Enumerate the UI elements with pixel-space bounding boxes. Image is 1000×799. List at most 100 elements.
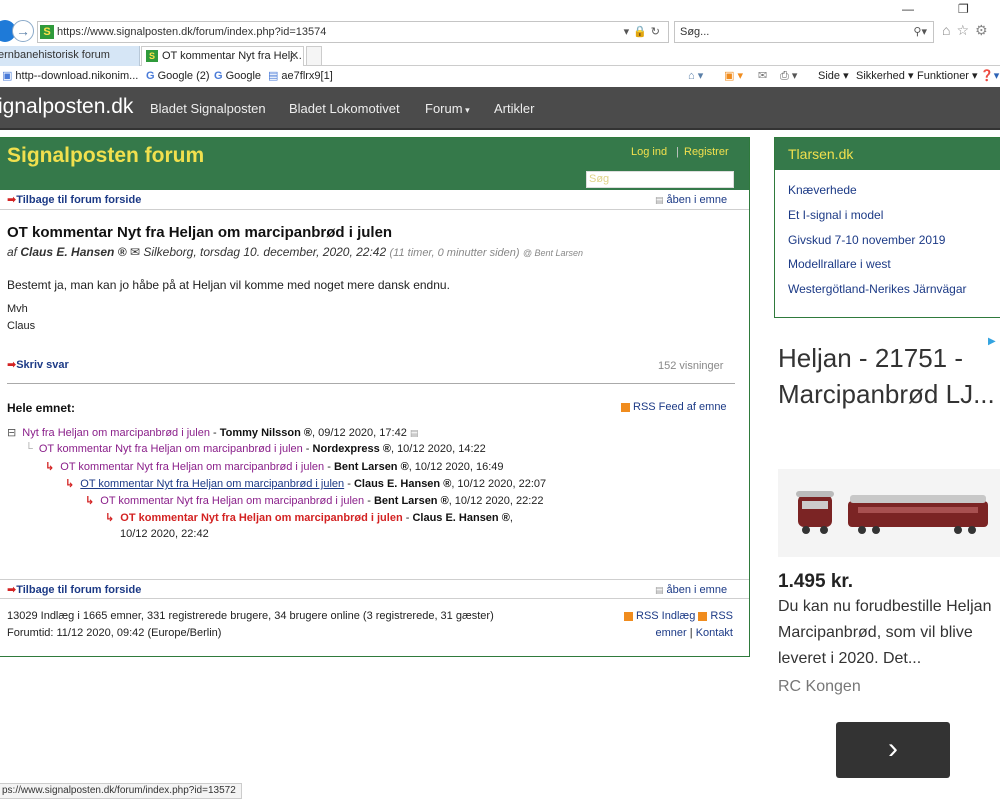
reply-link[interactable]: ➡Skriv svar: [7, 358, 69, 371]
restore-icon[interactable]: ❐: [958, 2, 969, 16]
tab-bar: ernbanehistorisk forum S OT kommentar Nyt…: [0, 46, 1000, 66]
ad-description: Du kan nu forudbestille Heljan Marcipanb…: [778, 598, 992, 667]
rss-menu-icon[interactable]: ▣ ▾: [724, 66, 743, 86]
thread-link[interactable]: OT kommentar Nyt fra Heljan om marcipanb…: [100, 495, 364, 507]
thread-item-date: 10/12 2020, 22:42: [120, 528, 209, 540]
tab-forum-home[interactable]: ernbanehistorisk forum: [0, 46, 140, 66]
back-to-forum-link[interactable]: ➡Tilbage til forum forside: [7, 190, 141, 210]
thread-item: └ OT kommentar Nyt fra Heljan om marcipa…: [25, 443, 486, 455]
post-body: Bestemt ja, man kan jo håbe på at Heljan…: [7, 278, 450, 292]
search-icon[interactable]: ⚲▾: [913, 22, 927, 42]
nav-bladet-lokomotivet[interactable]: Bladet Lokomotivet: [289, 101, 400, 116]
home-menu-icon[interactable]: ⌂ ▾: [688, 66, 703, 86]
forum-search-input[interactable]: Søg: [586, 171, 734, 188]
nav-artikler[interactable]: Artikler: [494, 101, 534, 116]
print-icon[interactable]: ⎙ ▾: [780, 66, 797, 86]
sidebar-link[interactable]: Givskud 7-10 november 2019: [788, 233, 945, 247]
address-bar-row: → S https://www.signalposten.dk/forum/in…: [0, 18, 1000, 46]
browser-toolbar-icons: ⌂☆⚙: [942, 22, 994, 39]
nav-bladet-signalposten[interactable]: Bladet Signalposten: [150, 101, 266, 116]
thread-author[interactable]: Bent Larsen ®: [334, 461, 409, 473]
minimize-icon[interactable]: —: [902, 2, 914, 16]
back-to-forum-link[interactable]: ➡Tilbage til forum forside: [7, 580, 141, 600]
site-brand[interactable]: ignalposten.dk: [0, 95, 133, 119]
thread-author[interactable]: Bent Larsen ®: [374, 495, 449, 507]
new-tab-button[interactable]: [306, 46, 322, 66]
tree-elbow-icon: └: [25, 443, 33, 455]
tab-label: ernbanehistorisk forum: [0, 49, 110, 61]
favorite-item[interactable]: ▣ http--download.nikonim...: [2, 66, 138, 86]
browser-search-placeholder: Søg...: [680, 26, 710, 38]
train-illustration: [796, 491, 988, 534]
thread-author[interactable]: Tommy Nilsson ®: [220, 427, 312, 439]
arrow-right-icon: ➡: [7, 584, 17, 596]
open-in-topic-link[interactable]: ▤ åben i emne: [655, 580, 727, 600]
help-icon[interactable]: ❓▾: [980, 66, 999, 86]
bottom-link-bar: ➡Tilbage til forum forside ▤ åben i emne: [0, 579, 749, 599]
home-icon[interactable]: ⌂: [942, 22, 956, 38]
rss-posts-link[interactable]: RSS Indlæg: [624, 610, 695, 622]
thread-item: ↳ OT kommentar Nyt fra Heljan om marcipa…: [45, 461, 504, 473]
thread-item: ⊟ Nyt fra Heljan om marcipanbrød i julen…: [7, 427, 419, 439]
forum-header: Signalposten forum Log ind | Registrer S…: [0, 138, 749, 190]
post-location-date: Silkeborg, torsdag 10. december, 2020, 2…: [143, 245, 387, 259]
favorite-item[interactable]: G Google: [214, 66, 261, 86]
tree-elbow-icon: ↳: [65, 478, 75, 490]
sidebar-link[interactable]: Et I-signal i model: [788, 208, 883, 222]
mail-icon[interactable]: ✉: [758, 66, 767, 86]
forum-time: Forumtid: 11/12 2020, 09:42 (Europe/Berl…: [7, 627, 222, 639]
address-bar[interactable]: S https://www.signalposten.dk/forum/inde…: [37, 21, 669, 43]
tab-label: OT kommentar Nyt fra Helj...: [162, 50, 302, 62]
email-icon[interactable]: ✉: [130, 245, 140, 259]
thread-link[interactable]: OT kommentar Nyt fra Heljan om marcipanb…: [60, 461, 324, 473]
favorite-item[interactable]: ▤ ae7flrx9[1]: [268, 66, 333, 86]
favorite-item[interactable]: G Google (2): [146, 66, 210, 86]
google-icon: G: [214, 70, 223, 82]
browser-search-input[interactable]: Søg... ⚲▾: [674, 21, 934, 43]
sidebar-link[interactable]: Westergötland-Nerikes Järnvägar: [788, 282, 967, 296]
thread-link[interactable]: Nyt fra Heljan om marcipanbrød i julen: [22, 427, 210, 439]
post-time-ago: (11 timer, 0 minutter siden): [389, 247, 520, 259]
open-in-topic-link[interactable]: ▤ åben i emne: [655, 190, 727, 210]
topic-icon: ▤: [655, 195, 664, 205]
post-author[interactable]: Claus E. Hansen ®: [20, 245, 126, 259]
close-tab-icon[interactable]: ✕: [290, 47, 299, 66]
view-count: 152 visninger: [658, 360, 724, 372]
arrow-right-icon: ➡: [7, 359, 17, 371]
contact-link[interactable]: Kontakt: [696, 627, 733, 639]
rss-topics-link[interactable]: emner: [656, 627, 687, 639]
gear-icon[interactable]: ⚙: [975, 22, 994, 38]
tools-menu[interactable]: Funktioner ▾: [917, 66, 978, 86]
advertisement[interactable]: ▶ Heljan - 21751 - Marcipanbrød LJ... 1.…: [774, 334, 1000, 799]
login-link[interactable]: Log ind: [631, 146, 667, 158]
sidebar-link[interactable]: Modellrallare i west: [788, 257, 891, 271]
ad-product-image[interactable]: [778, 469, 1000, 557]
safety-menu[interactable]: Sikkerhed ▾: [856, 66, 914, 86]
forward-button[interactable]: →: [12, 20, 34, 42]
forum-stats: 13029 Indlæg i 1665 emner, 331 registrer…: [7, 608, 494, 642]
tab-current-post[interactable]: S OT kommentar Nyt fra Helj... ✕: [141, 46, 304, 66]
register-link[interactable]: Registrer: [684, 146, 729, 158]
thread-link[interactable]: OT kommentar Nyt fra Heljan om marcipanb…: [80, 478, 344, 490]
sidebar-link[interactable]: Knæverhede: [788, 183, 857, 197]
forum-title[interactable]: Signalposten forum: [7, 144, 204, 168]
thread-author[interactable]: Claus E. Hansen ®: [354, 478, 451, 490]
page-menu[interactable]: Side ▾: [818, 66, 849, 86]
divider: [7, 383, 735, 384]
ad-seller: RC Kongen: [778, 678, 861, 695]
ad-title[interactable]: Heljan - 21751 - Marcipanbrød LJ...: [778, 340, 1000, 412]
thread-link[interactable]: OT kommentar Nyt fra Heljan om marcipanb…: [39, 443, 303, 455]
ad-next-button[interactable]: ›: [836, 722, 950, 778]
thread-author[interactable]: Claus E. Hansen ®: [412, 512, 509, 524]
rss-topics-link[interactable]: RSS: [698, 610, 733, 622]
address-bar-icons[interactable]: ▾🔒↻: [624, 22, 664, 42]
thread-author[interactable]: Nordexpress ®: [313, 443, 391, 455]
thread-item: ↳ OT kommentar Nyt fra Heljan om marcipa…: [65, 478, 547, 490]
header-separator: |: [676, 146, 679, 158]
tlarsen-title[interactable]: Tlarsen.dk: [775, 138, 1000, 170]
nav-forum[interactable]: Forum ▾: [425, 101, 470, 116]
url-text[interactable]: https://www.signalposten.dk/forum/index.…: [57, 22, 326, 42]
thread-item: ↳ OT kommentar Nyt fra Heljan om marcipa…: [85, 495, 544, 507]
favorites-star-icon[interactable]: ☆: [956, 22, 975, 38]
rss-feed-link[interactable]: RSS Feed af emne: [621, 401, 727, 413]
